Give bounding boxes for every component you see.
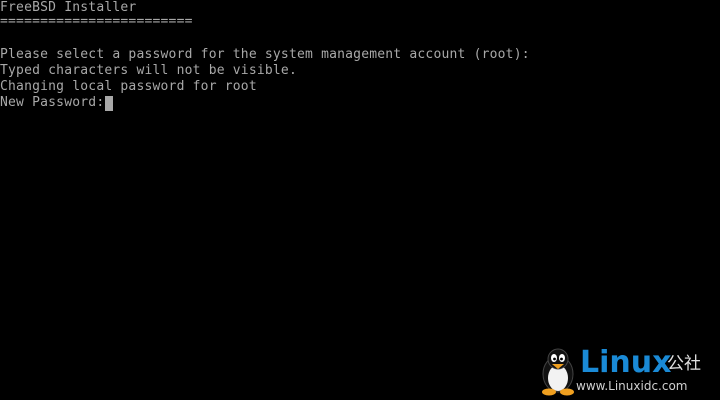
password-instruction: Please select a password for the system … — [0, 47, 530, 62]
text-cursor — [105, 95, 114, 111]
new-password-label: New Password: — [0, 95, 105, 110]
changing-password-notice: Changing local password for root — [0, 79, 257, 94]
new-password-prompt[interactable]: New Password: — [0, 95, 114, 111]
tux-penguin-icon — [542, 348, 574, 396]
watermark-brand-cn: 公社 — [667, 354, 701, 374]
title-underline: ======================== — [0, 14, 193, 29]
watermark-url: www.Linuxidc.com — [576, 379, 688, 393]
console-screen[interactable]: FreeBSD Installer ======================… — [0, 0, 720, 400]
watermark-brand: Linux — [580, 345, 672, 380]
linuxidc-watermark: Linux 公社 www.Linuxidc.com — [536, 346, 716, 396]
visibility-notice: Typed characters will not be visible. — [0, 63, 297, 78]
